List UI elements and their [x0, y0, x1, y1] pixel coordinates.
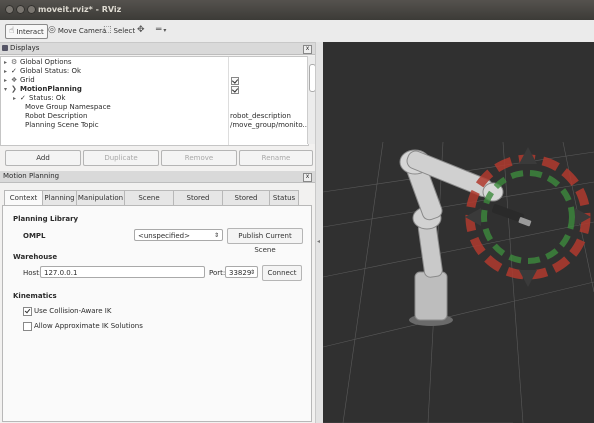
maximize-window-icon[interactable] [27, 5, 36, 14]
grid-enabled-checkbox[interactable] [231, 77, 239, 85]
3d-viewport[interactable] [323, 42, 594, 423]
tree-item-label: Global Options [20, 58, 72, 66]
connect-button[interactable]: Connect [262, 265, 302, 281]
planner-name: OMPL [23, 232, 46, 240]
expand-arrow-icon[interactable]: ▸ [4, 76, 7, 85]
spinner-arrows-icon: ⇕ [213, 232, 219, 239]
minimize-window-icon[interactable] [16, 5, 25, 14]
tree-item-planning-scene-topic[interactable]: Planning Scene Topic /move_group/monito.… [1, 121, 308, 130]
displays-tree: ▸ ⚙ Global Options ▸ ✓ Global Status: Ok… [0, 56, 309, 146]
planning-library-heading: Planning Library [13, 215, 79, 223]
tab-stored-states[interactable]: Stored States [222, 190, 270, 216]
collapse-arrow-icon[interactable]: ▾ [4, 85, 7, 94]
planner-select-value: <unspecified> [138, 232, 190, 240]
move-camera-tool-button[interactable]: ◎ Move Camera [48, 24, 106, 37]
spinner-arrows-icon: ⇕ [249, 269, 255, 276]
collapse-arrow-icon[interactable]: ◂ [317, 238, 320, 245]
select-label: Select [113, 26, 136, 35]
expand-arrow-icon[interactable]: ▸ [13, 94, 16, 103]
add-tool-button[interactable]: ═ ▾ [156, 24, 166, 37]
motion-planning-tabs: Context Planning Manipulation Scene Obje… [0, 190, 315, 216]
duplicate-button[interactable]: Duplicate [83, 150, 159, 166]
scene-render[interactable] [323, 42, 594, 423]
select-box-icon: ⬚ [103, 25, 112, 35]
port-label: Port: [209, 269, 226, 277]
select-tool-button[interactable]: ⬚ Select [103, 24, 135, 37]
tree-item-move-group-namespace[interactable]: Move Group Namespace [1, 103, 308, 112]
tree-item-label: Move Group Namespace [25, 103, 111, 111]
move-camera-label: Move Camera [57, 26, 107, 35]
tree-item-robot-description[interactable]: Robot Description robot_description [1, 112, 308, 121]
motion-planning-title: Motion Planning [3, 172, 60, 180]
interact-tool-button[interactable]: ☝ Interact [5, 24, 48, 39]
kinematics-heading: Kinematics [13, 292, 57, 300]
tab-scene-objects[interactable]: Scene Objects [124, 190, 174, 216]
expand-arrow-icon[interactable]: ▸ [4, 67, 7, 76]
camera-icon: ◎ [48, 25, 56, 35]
tree-item-value[interactable]: /move_group/monito... [230, 121, 308, 130]
context-tab-content: Planning Library OMPL <unspecified> ⇕ Pu… [2, 205, 312, 422]
collision-aware-ik-label: Use Collision-Aware IK [34, 307, 112, 315]
tree-item-label: Grid [20, 76, 35, 84]
close-panel-icon[interactable]: x [303, 45, 312, 54]
close-panel-icon[interactable]: x [303, 173, 312, 182]
motion-planning-icon: ❯ [11, 85, 17, 93]
collision-aware-ik-checkbox[interactable] [23, 307, 32, 316]
crosshair-icon: ✥ [137, 25, 145, 35]
tab-status[interactable]: Status [269, 190, 299, 205]
motion-planning-panel-header: Motion Planning x [0, 171, 315, 183]
tree-item-label: Global Status: Ok [20, 67, 82, 75]
tree-item-label: Planning Scene Topic [25, 121, 99, 129]
add-button[interactable]: Add [5, 150, 81, 166]
tree-item-label: MotionPlanning [20, 85, 82, 93]
window-title: moveit.rviz* - RViz [38, 5, 122, 14]
close-window-icon[interactable] [5, 5, 14, 14]
planner-select[interactable]: <unspecified> ⇕ [134, 229, 223, 241]
expand-arrow-icon[interactable]: ▸ [4, 58, 7, 67]
checkmark-icon: ✓ [11, 67, 17, 75]
port-spinbox[interactable]: 33829 ⇕ [225, 266, 258, 278]
minus-plus-icon: ═ [156, 25, 162, 35]
gear-icon: ⚙ [11, 58, 18, 66]
tab-planning[interactable]: Planning [42, 190, 77, 205]
grid-icon: ❖ [11, 76, 18, 84]
tree-item-value[interactable]: robot_description [230, 112, 291, 121]
displays-panel-header: Displays x [0, 43, 315, 55]
approximate-ik-checkbox[interactable] [23, 322, 32, 331]
hand-icon: ☝ [9, 26, 15, 36]
checkmark-icon: ✓ [20, 94, 26, 102]
publish-current-scene-button[interactable]: Publish Current Scene [227, 228, 303, 254]
rename-button[interactable]: Rename [239, 150, 313, 166]
motion-planning-enabled-checkbox[interactable] [231, 86, 239, 94]
tree-item-motion-planning[interactable]: ▾ ❯ MotionPlanning [1, 85, 308, 94]
tree-item-label: Status: Ok [29, 94, 66, 102]
interact-label: Interact [16, 27, 44, 36]
tree-item-grid[interactable]: ▸ ❖ Grid [1, 76, 308, 85]
tree-item-global-options[interactable]: ▸ ⚙ Global Options [1, 58, 308, 67]
displays-title: Displays [10, 44, 40, 52]
warehouse-heading: Warehouse [13, 253, 58, 261]
tree-item-label: Robot Description [25, 112, 88, 120]
host-input[interactable]: 127.0.0.1 [40, 266, 205, 278]
remove-button[interactable]: Remove [161, 150, 237, 166]
focus-camera-tool-button[interactable]: ✥ [137, 24, 145, 37]
chevron-down-icon: ▾ [163, 27, 167, 34]
tab-manipulation[interactable]: Manipulation [76, 190, 125, 205]
tree-item-status[interactable]: ▸ ✓ Status: Ok [1, 94, 308, 103]
approximate-ik-label: Allow Approximate IK Solutions [34, 322, 143, 330]
host-label: Host: [23, 269, 42, 277]
toolbar: ☝ Interact ◎ Move Camera ⬚ Select ✥ ═ ▾ [0, 20, 594, 43]
displays-button-bar: Add Duplicate Remove Rename [0, 148, 315, 166]
tree-item-global-status[interactable]: ▸ ✓ Global Status: Ok [1, 67, 308, 76]
tab-stored-scenes[interactable]: Stored Scenes [173, 190, 223, 216]
monitor-icon [2, 45, 8, 51]
tab-context[interactable]: Context [4, 190, 43, 206]
port-value: 33829 [229, 269, 252, 277]
title-bar: moveit.rviz* - RViz [0, 0, 594, 20]
